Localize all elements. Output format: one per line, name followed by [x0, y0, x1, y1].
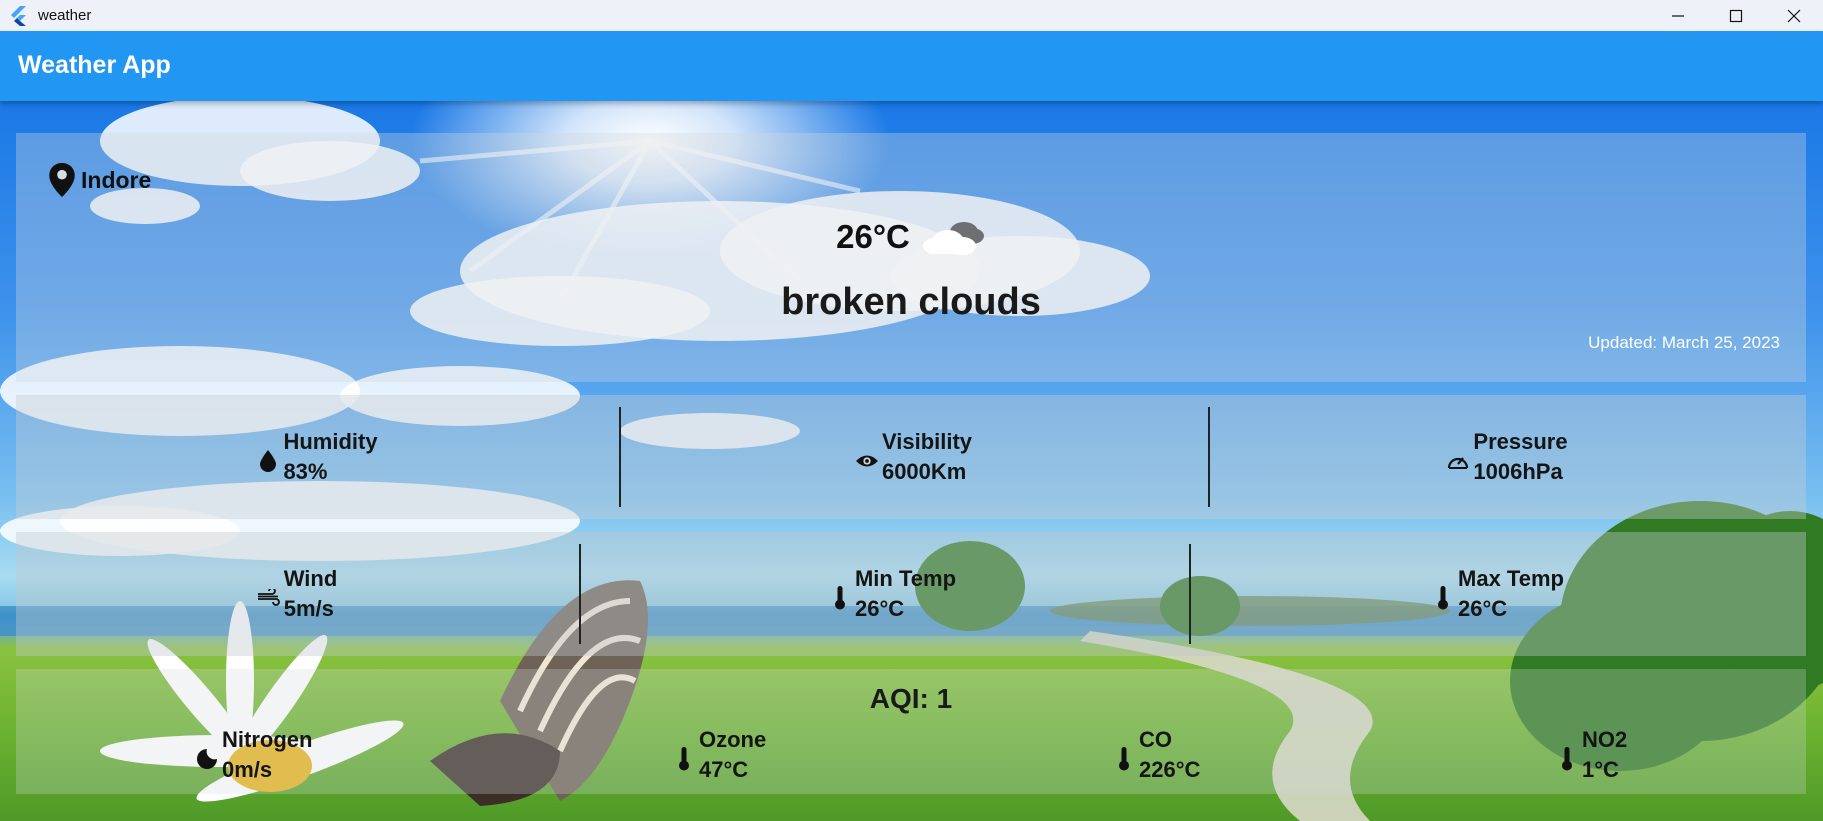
pressure-value: 1006hPa	[1473, 459, 1563, 484]
wind-icon	[257, 587, 280, 609]
speedometer-icon	[1447, 450, 1469, 472]
maximize-button[interactable]	[1707, 0, 1765, 31]
water-drop-icon	[257, 450, 279, 472]
window-title-bar: weather	[0, 0, 1823, 31]
humidity-value: 83%	[283, 459, 328, 484]
no2-value: 1°C	[1582, 757, 1619, 782]
location: Indore	[49, 163, 151, 197]
min-temp-cell: Min Temp 26°C	[580, 532, 1205, 656]
eye-icon	[855, 450, 878, 472]
nitrogen-value: 0m/s	[222, 757, 273, 782]
flutter-logo-icon	[6, 4, 30, 28]
thermometer-icon	[1432, 586, 1454, 610]
app-title: Weather App	[18, 51, 171, 79]
maximize-icon	[1729, 9, 1743, 22]
nitrogen-label: Nitrogen	[222, 727, 313, 752]
app-bar: Weather App	[0, 31, 1823, 101]
thermometer-icon	[1113, 747, 1135, 771]
min-temp-label: Min Temp	[854, 566, 957, 591]
details-row-2: Wind 5m/s Min Temp 26°C Max Temp 26°C	[16, 532, 1806, 656]
aqi-co: CO 226°C	[1113, 725, 1200, 785]
weather-description: broken clouds	[781, 281, 1041, 323]
close-icon	[1787, 9, 1801, 22]
ozone-value: 47°C	[699, 757, 749, 782]
minimize-button[interactable]	[1649, 0, 1707, 31]
thermometer-icon	[1556, 747, 1578, 771]
city-name: Indore	[81, 166, 152, 193]
no2-label: NO2	[1582, 727, 1628, 752]
humidity-label: Humidity	[283, 429, 378, 454]
close-button[interactable]	[1765, 0, 1823, 31]
thermometer-icon	[673, 747, 695, 771]
humidity-cell: Humidity 83%	[16, 395, 619, 519]
ozone-label: Ozone	[699, 727, 767, 752]
current-weather-card: Indore 26°C broken clouds Updated: March…	[16, 133, 1806, 382]
visibility-label: Visibility	[881, 429, 973, 454]
max-temp-label: Max Temp	[1458, 566, 1564, 591]
pressure-cell: Pressure 1006hPa	[1209, 395, 1806, 519]
visibility-value: 6000Km	[881, 459, 967, 484]
max-temp-cell: Max Temp 26°C	[1190, 532, 1806, 656]
visibility-cell: Visibility 6000Km	[620, 395, 1208, 519]
minimize-icon	[1672, 14, 1684, 17]
pressure-label: Pressure	[1473, 429, 1568, 454]
min-temp-value: 26°C	[854, 596, 905, 621]
max-temp-value: 26°C	[1458, 596, 1508, 621]
updated-timestamp: Updated: March 25, 2023	[1588, 333, 1780, 352]
moon-icon	[196, 748, 218, 770]
location-pin-icon	[49, 163, 75, 197]
aqi-ozone: Ozone 47°C	[673, 725, 766, 785]
wind-label: Wind	[283, 566, 338, 591]
co-label: CO	[1139, 727, 1172, 752]
broken-clouds-icon	[922, 222, 984, 255]
co-value: 226°C	[1139, 757, 1201, 782]
details-row-1: Humidity 83% Visibility 6000Km Pressure …	[16, 395, 1806, 519]
aqi-nitrogen: Nitrogen 0m/s	[196, 725, 312, 785]
aqi-card: AQI: 1 Nitrogen 0m/s Ozone 47°C CO 226°C	[16, 669, 1806, 794]
aqi-no2: NO2 1°C	[1556, 725, 1627, 785]
wind-cell: Wind 5m/s	[16, 532, 579, 656]
current-temperature: 26°C	[836, 218, 910, 255]
thermometer-icon	[829, 586, 851, 610]
window-title: weather	[38, 7, 92, 24]
wind-value: 5m/s	[283, 596, 334, 621]
aqi-title: AQI: 1	[869, 683, 953, 714]
